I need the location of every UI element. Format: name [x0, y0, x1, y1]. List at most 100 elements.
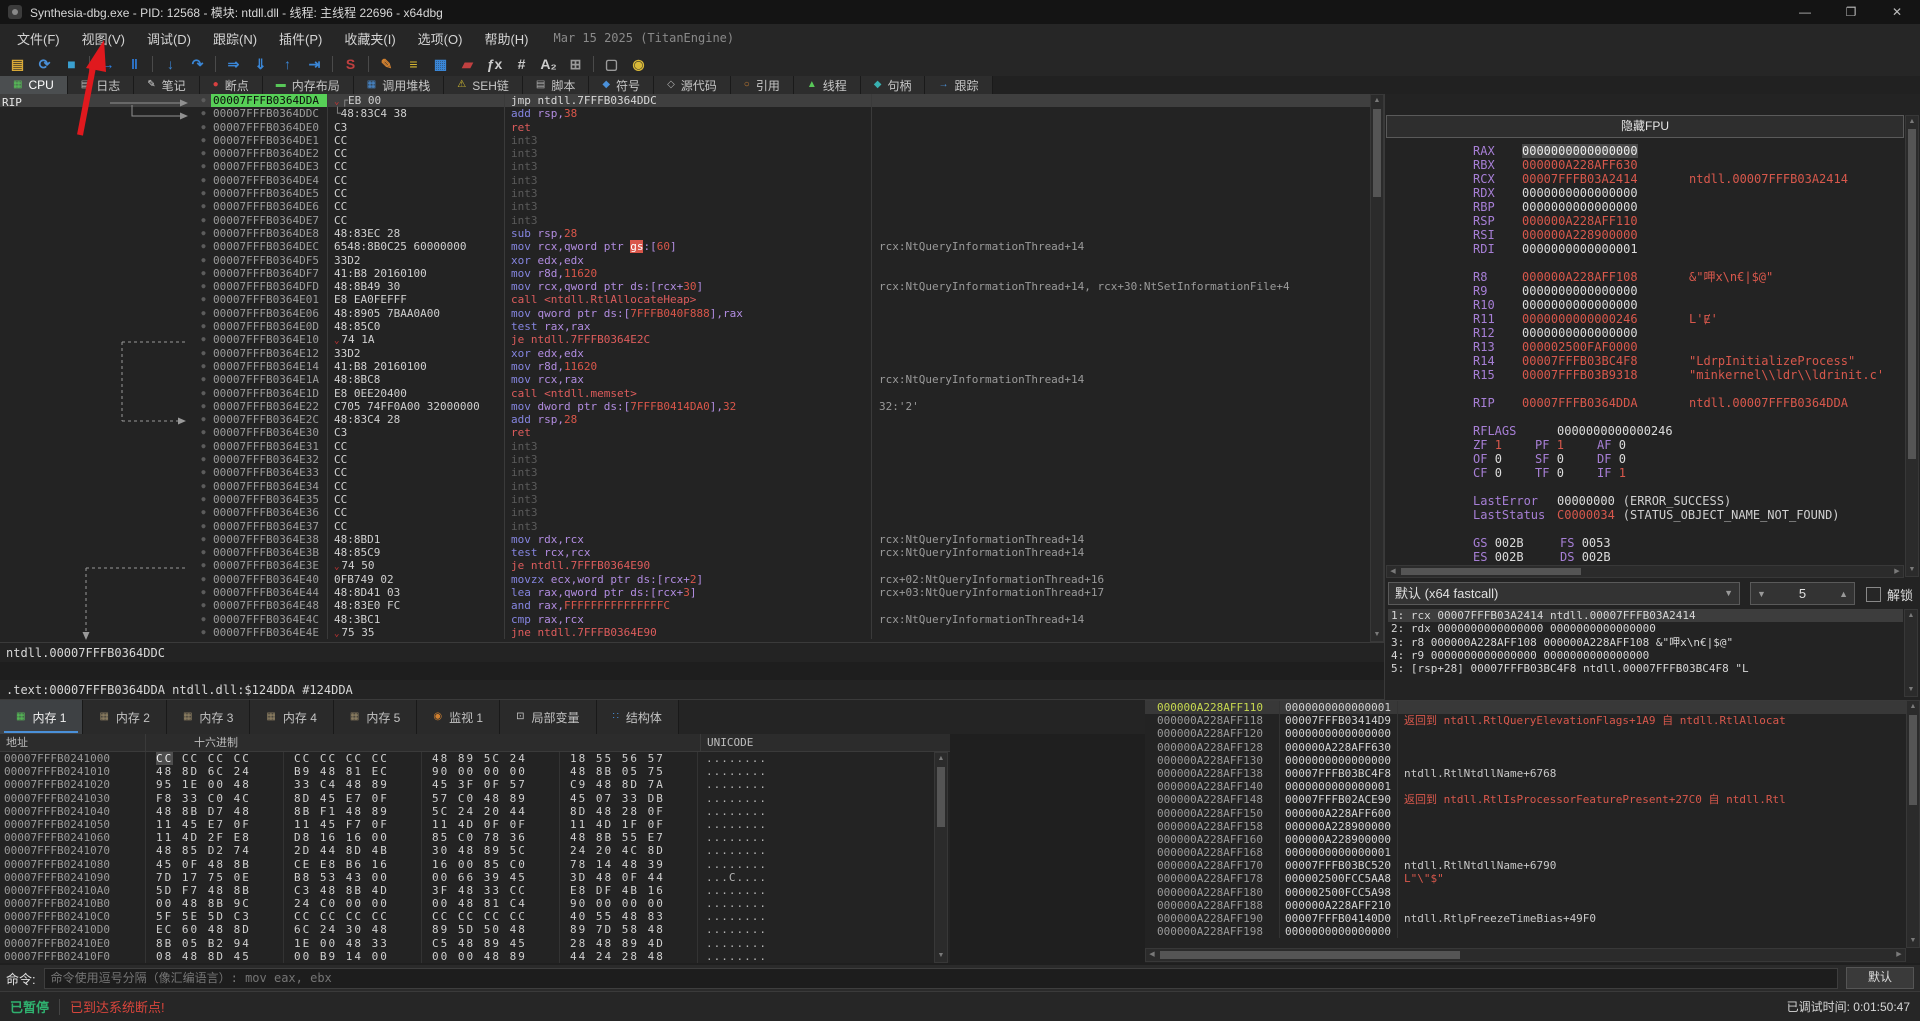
register-row[interactable]: CF 0TF 0IF 1	[1385, 466, 1904, 480]
stack-row[interactable]: 000000A228AFF180000002500FCC5A98	[1145, 886, 1920, 899]
register-row[interactable]: R110000000000000246L'Ɇ'	[1385, 312, 1904, 326]
disasm-row[interactable]: ●00007FFFB0364DE7CCint3	[0, 214, 1370, 227]
disasm-row[interactable]: ●00007FFFB0364E36CCint3	[0, 506, 1370, 519]
breakpoint-dot[interactable]: ●	[196, 400, 211, 413]
breakpoint-dot[interactable]: ●	[196, 293, 211, 306]
stop-icon[interactable]: ■	[58, 53, 85, 75]
dump-row[interactable]: 00007FFFB02410907D 17 75 0EB8 53 43 0000…	[0, 871, 950, 884]
breakpoint-dot[interactable]: ●	[196, 493, 211, 506]
maximize-button[interactable]: ❐	[1828, 0, 1874, 24]
disasm-row[interactable]: ●00007FFFB0364E1A48:8BC8mov rcx,raxrcx:N…	[0, 373, 1370, 386]
disasm-row[interactable]: ●00007FFFB0364E33CCint3	[0, 466, 1370, 479]
stack-row[interactable]: 000000A228AFF17000007FFFB03BC520ntdll.Rt…	[1145, 859, 1920, 872]
step-over-icon[interactable]: ↷	[184, 53, 211, 75]
register-row[interactable]: RIP00007FFFB0364DDAntdll.00007FFFB0364DD…	[1385, 396, 1904, 410]
register-row[interactable]: RFLAGS0000000000000246	[1385, 424, 1904, 438]
scrollbar-thumb[interactable]	[1909, 715, 1917, 805]
settings-box-icon[interactable]: ▢	[598, 53, 625, 75]
register-row[interactable]: R120000000000000000	[1385, 326, 1904, 340]
dump-tab-内存 1[interactable]: ▦内存 1	[0, 700, 83, 734]
register-row[interactable]: RBP0000000000000000	[1385, 200, 1904, 214]
menu-item-文件F[interactable]: 文件(F)	[6, 28, 71, 51]
tab-符号[interactable]: ◆符号	[589, 76, 654, 94]
execute-till-return-icon[interactable]: ⇒	[220, 53, 247, 75]
call-stack-icon[interactable]: ▦	[427, 53, 454, 75]
run-to-user-code-icon[interactable]: ⇓	[247, 53, 274, 75]
disasm-row[interactable]: ●00007FFFB0364DE5CCint3	[0, 187, 1370, 200]
disasm-row[interactable]: ●00007FFFB0364E37CCint3	[0, 520, 1370, 533]
disasm-row[interactable]: ●00007FFFB0364DF533D2xor edx,edx	[0, 254, 1370, 267]
breakpoint-dot[interactable]: ●	[196, 121, 211, 134]
dump-row[interactable]: 00007FFFB02410D0EC 60 48 8D6C 24 30 4889…	[0, 923, 950, 936]
menu-item-跟踪N[interactable]: 跟踪(N)	[202, 28, 268, 51]
disassembly-scrollbar[interactable]: ▲ ▼	[1370, 94, 1384, 642]
tab-笔记[interactable]: ✎笔记	[134, 76, 199, 94]
comments-icon[interactable]: ≡	[400, 53, 427, 75]
disasm-row[interactable]: ●00007FFFB0364E1441:B8 20160100mov r8d,1…	[0, 360, 1370, 373]
breakpoint-dot[interactable]: ●	[196, 480, 211, 493]
dump-tab-内存 2[interactable]: ▦内存 2	[83, 700, 166, 734]
stack-row[interactable]: 000000A228AFF160000000A228900000	[1145, 833, 1920, 846]
tab-SEH链[interactable]: ⚠SEH链	[444, 76, 523, 94]
hash-icon[interactable]: #	[508, 53, 535, 75]
register-row[interactable]: R1500007FFFB03B9318"minkernel\\ldr\\ldri…	[1385, 368, 1904, 382]
register-row[interactable]: RBX000000A228AFF630	[1385, 158, 1904, 172]
disasm-row[interactable]: ●00007FFFB0364DE848:83EC 28sub rsp,28	[0, 227, 1370, 240]
scroll-down-icon[interactable]: ▼	[1907, 935, 1919, 947]
registers-hscrollbar[interactable]: ◀ ▶	[1386, 565, 1904, 578]
disasm-row[interactable]: ●00007FFFB0364DDA⌄┌EB 00jmp ntdll.7FFFB0…	[0, 94, 1370, 107]
disasm-row[interactable]: ●00007FFFB0364DE0C3ret	[0, 121, 1370, 134]
disasm-row[interactable]: ●00007FFFB0364DE4CCint3	[0, 174, 1370, 187]
breakpoint-dot[interactable]: ●	[196, 214, 211, 227]
tab-调用堆栈[interactable]: ▦调用堆栈	[354, 76, 444, 94]
tab-脚本[interactable]: ▤脚本	[523, 76, 589, 94]
breakpoint-dot[interactable]: ●	[196, 147, 211, 160]
scrollbar-thumb[interactable]	[1908, 129, 1916, 459]
disasm-row[interactable]: ●00007FFFB0364E0648:8905 7BAA0A00mov qwo…	[0, 307, 1370, 320]
disasm-row[interactable]: ●00007FFFB0364E01E8 EA0FEFFFcall <ntdll.…	[0, 293, 1370, 306]
stack-row[interactable]: 000000A228AFF1200000000000000000	[1145, 727, 1920, 740]
scylla-icon[interactable]: S	[337, 53, 364, 75]
breakpoint-dot[interactable]: ●	[196, 599, 211, 612]
stack-row[interactable]: 000000A228AFF128000000A228AFF630	[1145, 741, 1920, 754]
disasm-row[interactable]: ●00007FFFB0364E4448:8D41 03lea rax,qword…	[0, 586, 1370, 599]
dump-tab-局部变量[interactable]: ⊡局部变量	[500, 700, 596, 734]
hide-fpu-button[interactable]: 隐藏FPU	[1386, 115, 1904, 138]
menu-item-调试D[interactable]: 调试(D)	[136, 28, 202, 51]
disasm-row[interactable]: ●00007FFFB0364E3E⌄74 50je ntdll.7FFFB036…	[0, 559, 1370, 572]
breakpoint-dot[interactable]: ●	[196, 174, 211, 187]
register-row[interactable]: RAX0000000000000000	[1385, 144, 1904, 158]
disasm-row[interactable]: ●00007FFFB0364DE2CCint3	[0, 147, 1370, 160]
disasm-row[interactable]: ●00007FFFB0364E3B48:85C9test rcx,rcxrcx:…	[0, 546, 1370, 559]
disasm-row[interactable]: ●00007FFFB0364DE3CCint3	[0, 160, 1370, 173]
stack-row[interactable]: 000000A228AFF11800007FFFB03414D9返回到 ntdl…	[1145, 714, 1920, 727]
dump-tab-内存 5[interactable]: ▦内存 5	[334, 700, 417, 734]
breakpoint-dot[interactable]: ●	[196, 240, 211, 253]
disasm-row[interactable]: ●00007FFFB0364DE6CCint3	[0, 200, 1370, 213]
chevron-down-icon[interactable]: ▼	[1757, 589, 1766, 599]
register-row[interactable]: RSI000000A228900000	[1385, 228, 1904, 242]
tab-引用[interactable]: ○引用	[731, 76, 794, 94]
breakpoint-dot[interactable]: ●	[196, 307, 211, 320]
breakpoint-dot[interactable]: ●	[196, 506, 211, 519]
breakpoint-dot[interactable]: ●	[196, 134, 211, 147]
stack-row[interactable]: 000000A228AFF1980000000000000000	[1145, 925, 1920, 938]
dump-row[interactable]: 00007FFFB0241000CC CC CC CCCC CC CC CC48…	[0, 752, 950, 765]
scrollbar-thumb[interactable]	[1160, 951, 1460, 959]
dump-row[interactable]: 00007FFFB024106011 4D 2F E8D8 16 16 0085…	[0, 831, 950, 844]
default-button[interactable]: 默认	[1846, 967, 1914, 989]
disasm-row[interactable]: ●00007FFFB0364E22C705 74FF0A00 32000000m…	[0, 400, 1370, 413]
stack-view[interactable]: 000000A228AFF1100000000000000001000000A2…	[1145, 700, 1920, 963]
open-file-icon[interactable]: ▤	[4, 53, 31, 75]
disasm-row[interactable]: ●00007FFFB0364E4C48:3BC1cmp rax,rcxrcx:N…	[0, 613, 1370, 626]
disassembly-view[interactable]: RIP ●00007FFFB0364DDA⌄┌EB 00jmp ntdll.7F…	[0, 94, 1370, 642]
close-button[interactable]: ✕	[1874, 0, 1920, 24]
breakpoint-dot[interactable]: ●	[196, 573, 211, 586]
dump-row[interactable]: 00007FFFB024108045 0F 48 8BCE E8 B6 1616…	[0, 858, 950, 871]
register-row[interactable]: ZF 1PF 1AF 0	[1385, 438, 1904, 452]
dump-row[interactable]: 00007FFFB024105011 45 E7 0F11 45 F7 0F11…	[0, 818, 950, 831]
argument-row[interactable]: 1: rcx 00007FFFB03A2414 ntdll.00007FFFB0…	[1388, 609, 1903, 622]
scroll-up-icon[interactable]: ▲	[935, 753, 947, 765]
dump-scrollbar[interactable]: ▲ ▼	[934, 752, 948, 963]
breakpoint-dot[interactable]: ●	[196, 559, 211, 572]
